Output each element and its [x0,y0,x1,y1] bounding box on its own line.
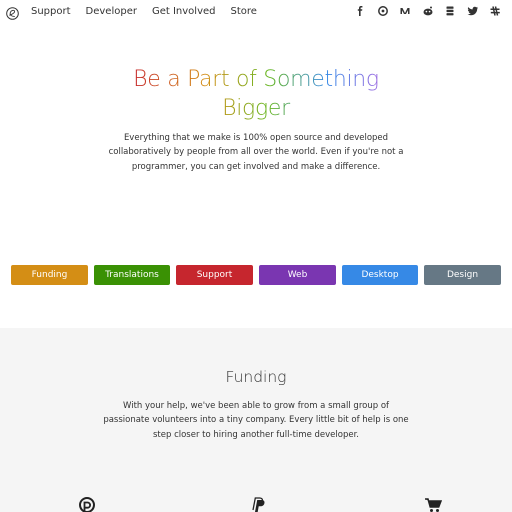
nav-link-store[interactable]: Store [231,6,257,18]
page-title-line-1: Be a Part of Something [133,67,379,92]
facebook-icon[interactable] [354,5,366,17]
tab-web[interactable]: Web [259,265,336,285]
nav-link-get-involved[interactable]: Get Involved [152,6,216,18]
elementary-logo-icon[interactable] [6,5,19,20]
funding-description: With your help, we've been able to grow … [103,401,409,440]
tab-translations[interactable]: Translations [94,265,170,285]
paypal-icon[interactable] [250,497,268,512]
tab-funding[interactable]: Funding [11,265,88,285]
tab-design[interactable]: Design [424,265,501,285]
cart-icon[interactable] [424,497,443,512]
top-navigation: Support Developer Get Involved Store [0,0,512,24]
reddit-icon[interactable] [422,5,434,17]
slack-icon[interactable] [489,5,501,17]
nav-link-developer[interactable]: Developer [86,6,137,18]
tab-support[interactable]: Support [176,265,253,285]
involvement-tabs: Funding Translations Support Web Desktop… [11,265,501,285]
medium-icon[interactable] [399,5,411,17]
nav-links: Support Developer Get Involved Store [31,6,272,18]
tab-desktop[interactable]: Desktop [342,265,418,285]
funding-title: Funding [225,368,287,386]
patreon-icon[interactable] [78,497,96,512]
nav-link-support[interactable]: Support [31,6,71,18]
stack-icon[interactable] [444,5,456,17]
social-links [344,5,502,17]
page-title-line-2: Bigger [222,96,291,121]
page-title-graphic: Be a Part of Something Bigger [133,67,379,121]
mastodon-icon[interactable] [377,5,389,17]
twitter-icon[interactable] [467,5,479,17]
page-title: Be a Part of Something Bigger [0,64,512,124]
hero-description: Everything that we make is 100% open sou… [108,133,404,172]
